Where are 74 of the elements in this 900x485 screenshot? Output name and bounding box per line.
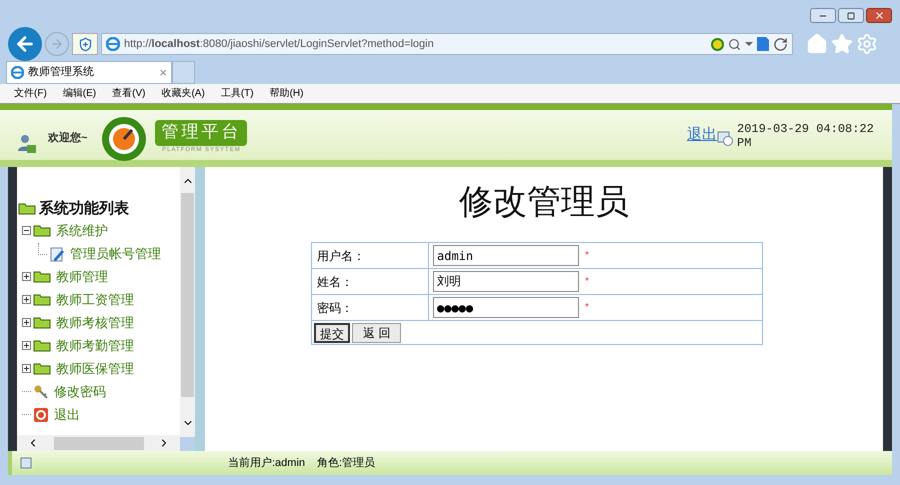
maximize-icon xyxy=(847,12,855,20)
menu-item[interactable]: 收藏夹(A) xyxy=(161,86,205,101)
field-label: 用户名： xyxy=(312,242,428,268)
text-field[interactable]: ●●●●● xyxy=(433,297,579,318)
user-icon xyxy=(18,134,36,154)
addon-icon[interactable] xyxy=(711,38,724,50)
expand-icon[interactable] xyxy=(22,364,31,373)
horizontal-scrollbar[interactable] xyxy=(17,435,180,451)
current-user-text: 当前用户:admin xyxy=(228,456,306,471)
folder-icon xyxy=(33,316,51,329)
field-label: 姓名： xyxy=(312,268,428,294)
calendar-clock-icon xyxy=(717,130,733,146)
tree-item[interactable]: 教师管理 xyxy=(56,266,108,286)
form-button[interactable]: 返 回 xyxy=(352,322,402,342)
form-button[interactable]: 提交 xyxy=(314,322,350,342)
notepad-pencil-icon xyxy=(49,246,65,262)
folder-icon xyxy=(18,202,36,214)
tree-item[interactable]: 修改密码 xyxy=(54,382,106,402)
folder-icon xyxy=(33,362,51,375)
browser-tab[interactable]: 教师管理系统 × xyxy=(6,61,172,84)
required-mark: * xyxy=(585,249,589,263)
menu-item[interactable]: 编辑(E) xyxy=(62,86,96,101)
sidebar-title: 系统功能列表 xyxy=(39,198,129,219)
keys-icon xyxy=(33,384,49,400)
role-text: 角色:管理员 xyxy=(317,456,376,471)
tree-item[interactable]: 教师医保管理 xyxy=(56,358,134,378)
folder-icon xyxy=(33,224,51,237)
tab-close-button[interactable]: × xyxy=(159,62,167,82)
vertical-scrollbar[interactable] xyxy=(180,167,195,437)
required-mark: * xyxy=(585,275,589,289)
field-label: 密码： xyxy=(312,294,428,320)
collapse-icon[interactable] xyxy=(22,226,31,235)
back-button[interactable] xyxy=(8,27,42,61)
url-text: http://localhost:8080/jiaoshi/servlet/LoginServlet?method=login xyxy=(124,36,435,52)
page-icon[interactable] xyxy=(757,37,769,51)
folder-icon xyxy=(33,339,51,352)
refresh-icon[interactable] xyxy=(773,36,788,52)
expand-icon[interactable] xyxy=(22,272,31,281)
search-icon[interactable] xyxy=(728,38,741,50)
document-icon xyxy=(20,457,32,469)
folder-icon xyxy=(33,293,51,306)
close-icon xyxy=(874,10,884,21)
maximize-button[interactable] xyxy=(838,8,864,23)
tab-title: 教师管理系统 xyxy=(28,64,95,80)
dropdown-icon[interactable] xyxy=(745,42,753,46)
logout-link[interactable]: 退出 xyxy=(687,124,717,147)
shield-button[interactable] xyxy=(72,33,98,55)
text-field[interactable]: admin xyxy=(433,245,579,266)
tree-item[interactable]: 教师考核管理 xyxy=(56,312,134,332)
text-field[interactable]: 刘明 xyxy=(433,271,579,292)
tree-item[interactable]: 教师工资管理 xyxy=(56,290,134,310)
expand-icon[interactable] xyxy=(22,341,31,350)
menu-item[interactable]: 工具(T) xyxy=(220,86,254,101)
datetime-text: 2019-03-29 04:08:22 PM xyxy=(737,122,875,150)
tree-item[interactable]: 退出 xyxy=(54,404,80,424)
forward-arrow-icon xyxy=(50,37,64,51)
gauge-logo-icon xyxy=(101,116,148,162)
address-bar[interactable]: http://localhost:8080/jiaoshi/servlet/LoginServlet?method=login xyxy=(101,33,793,55)
tree-item[interactable]: 管理员帐号管理 xyxy=(70,244,161,264)
folder-icon xyxy=(33,270,51,283)
expand-icon[interactable] xyxy=(22,295,31,304)
expand-icon[interactable] xyxy=(22,318,31,327)
required-mark: * xyxy=(585,301,589,315)
tree-item[interactable]: 系统维护 xyxy=(56,220,108,240)
menu-item[interactable]: 帮助(H) xyxy=(270,86,304,101)
power-icon xyxy=(33,406,49,422)
logo-title: 管理平台 xyxy=(155,120,248,146)
close-button[interactable] xyxy=(866,8,892,23)
tree-item[interactable]: 教师考勤管理 xyxy=(56,336,134,356)
page-title: 修改管理员 xyxy=(459,181,629,224)
menu-item[interactable]: 查看(V) xyxy=(112,86,146,101)
welcome-text: 欢迎您~ xyxy=(48,130,88,146)
shield-icon xyxy=(78,36,92,52)
menu-item[interactable]: 文件(F) xyxy=(14,86,47,101)
